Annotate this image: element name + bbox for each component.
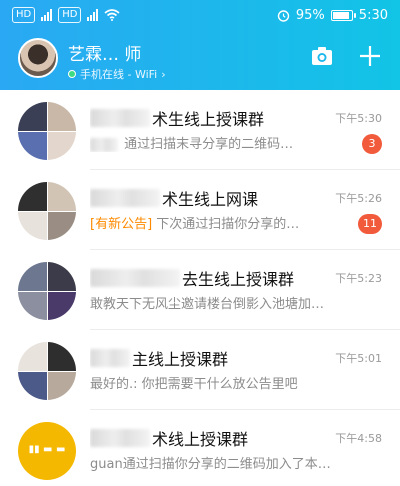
conversation-title-text: 术生线上授课群 [152, 110, 265, 129]
conversation-time: 下午5:01 [335, 352, 382, 365]
top-header: HD HD 95% 5:30 艺霖… 师 手机在线 - WiFi › [0, 0, 400, 90]
redacted-block [90, 189, 160, 207]
group-avatar [18, 262, 76, 320]
hd-badge-2: HD [58, 7, 82, 23]
redacted-block [90, 137, 118, 152]
conversation-title: 术生线上网课 [90, 186, 340, 210]
online-dot-icon [68, 70, 76, 78]
alarm-icon [277, 9, 290, 22]
redacted-block [90, 429, 150, 447]
list-item[interactable]: 术生线上网课 下午5:26 [有新公告] 下次通过扫描你分享的… 11 [0, 170, 400, 250]
conversation-time: 下午5:23 [335, 272, 382, 285]
conversation-preview: 最好的.: 你把需要干什么放公告里吧 [90, 377, 298, 392]
conversation-preview: 通过扫描末寻分享的二维码… [90, 133, 348, 152]
chevron-right-icon: › [161, 67, 166, 81]
clock: 5:30 [358, 7, 388, 23]
unread-badge: 3 [362, 134, 382, 154]
group-avatar [18, 342, 76, 400]
hd-badge: HD [12, 7, 36, 23]
conversation-title-text: 术生线上网课 [162, 190, 259, 209]
conversation-preview: 敢教天下无风尘邀请楼台倒影入池塘加… [90, 297, 325, 312]
unread-badge: 11 [358, 214, 382, 234]
logo-icon: ▮▮ ▬ ▬ [28, 444, 66, 455]
conversation-title-text: 去生线上授课群 [182, 270, 295, 289]
plus-icon[interactable] [358, 44, 382, 68]
list-item[interactable]: 主线上授课群 下午5:01 最好的.: 你把需要干什么放公告里吧 [0, 330, 400, 410]
conversation-preview: guan通过扫描你分享的二维码加入了本… [90, 457, 331, 472]
battery-fill [332, 11, 349, 19]
camera-icon[interactable] [310, 44, 334, 68]
wifi-icon [104, 9, 120, 21]
announcement-tag: [有新公告] [90, 217, 153, 232]
redacted-block [90, 109, 150, 127]
signal-icon [41, 9, 53, 21]
conversation-title: 主线上授课群 [90, 346, 340, 370]
group-avatar [18, 182, 76, 240]
redacted-block [90, 349, 130, 367]
signal-icon-2 [87, 9, 99, 21]
redacted-block [90, 269, 180, 287]
battery-icon [330, 9, 356, 21]
list-item[interactable]: 术生线上授课群 下午5:30 通过扫描末寻分享的二维码… 3 [0, 90, 400, 170]
online-status-label: 手机在线 - WiFi [80, 68, 158, 81]
conversation-title-text: 术线上授课群 [152, 430, 249, 449]
list-item[interactable]: ▮▮ ▬ ▬ 术线上授课群 下午4:58 guan通过扫描你分享的二维码加入了本… [0, 410, 400, 486]
conversation-title-text: 主线上授课群 [132, 350, 229, 369]
user-name[interactable]: 艺霖… 师 [68, 40, 141, 65]
status-bar: HD HD 95% 5:30 [0, 0, 400, 30]
battery-percent: 95% [295, 7, 325, 23]
conversation-title: 去生线上授课群 [90, 266, 340, 290]
online-status[interactable]: 手机在线 - WiFi › [68, 66, 166, 82]
conversation-title: 术线上授课群 [90, 426, 340, 450]
list-item[interactable]: 去生线上授课群 下午5:23 敢教天下无风尘邀请楼台倒影入池塘加… [0, 250, 400, 330]
avatar[interactable] [18, 38, 58, 78]
group-avatar: ▮▮ ▬ ▬ [18, 422, 76, 480]
conversation-title: 术生线上授课群 [90, 106, 340, 130]
conversation-preview: [有新公告] 下次通过扫描你分享的… [90, 213, 348, 232]
conversation-preview-text: 下次通过扫描你分享的… [156, 217, 300, 232]
conversation-time: 下午4:58 [335, 432, 382, 445]
conversation-time: 下午5:30 [335, 112, 382, 125]
conversation-preview-text: 通过扫描末寻分享的二维码… [124, 137, 294, 152]
conversation-time: 下午5:26 [335, 192, 382, 205]
group-avatar [18, 102, 76, 160]
conversation-list: 术生线上授课群 下午5:30 通过扫描末寻分享的二维码… 3 术生线上网课 下午… [0, 90, 400, 486]
